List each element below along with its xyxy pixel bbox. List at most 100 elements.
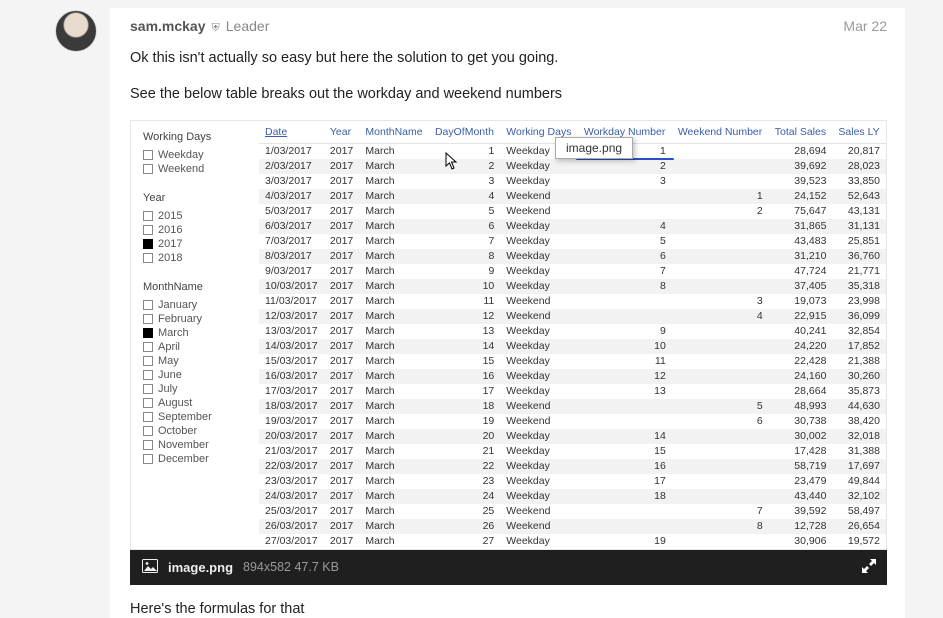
checkbox-icon[interactable] bbox=[143, 384, 153, 394]
table-row[interactable]: 20/03/20172017March20Weekday1430,00232,0… bbox=[259, 429, 886, 444]
table-cell: 39,523 bbox=[769, 174, 833, 189]
table-cell: 12 bbox=[578, 369, 672, 384]
column-header[interactable]: Date bbox=[259, 121, 324, 144]
table-row[interactable]: 7/03/20172017March7Weekday543,48325,851 bbox=[259, 234, 886, 249]
table-cell: 37,405 bbox=[769, 279, 833, 294]
table-row[interactable]: 14/03/20172017March14Weekday1024,22017,8… bbox=[259, 339, 886, 354]
checkbox-icon[interactable] bbox=[143, 239, 153, 249]
checkbox-icon[interactable] bbox=[143, 356, 153, 366]
slicer-month-item[interactable]: March bbox=[143, 327, 251, 340]
table-cell: 4/03/2017 bbox=[259, 189, 324, 204]
table-cell: Weekday bbox=[500, 459, 578, 474]
table-row[interactable]: 25/03/20172017March25Weekend739,59258,49… bbox=[259, 504, 886, 519]
table-row[interactable]: 2/03/20172017March2Weekday239,69228,023 bbox=[259, 159, 886, 174]
table-cell: 24,220 bbox=[769, 339, 833, 354]
column-header[interactable]: Total Sales bbox=[769, 121, 833, 144]
checkbox-icon[interactable] bbox=[143, 300, 153, 310]
table-cell: March bbox=[359, 324, 429, 339]
column-header[interactable]: MonthName bbox=[359, 121, 429, 144]
table-row[interactable]: 23/03/20172017March23Weekday1723,47949,8… bbox=[259, 474, 886, 489]
table-cell: 31,865 bbox=[769, 219, 833, 234]
checkbox-icon[interactable] bbox=[143, 342, 153, 352]
slicer-working-days-item[interactable]: Weekday bbox=[143, 149, 251, 162]
column-header[interactable]: Year bbox=[324, 121, 360, 144]
checkbox-icon[interactable] bbox=[143, 150, 153, 160]
table-row[interactable]: 18/03/20172017March18Weekend548,99344,63… bbox=[259, 399, 886, 414]
table-cell: 21,771 bbox=[832, 264, 886, 279]
table-cell: 33,850 bbox=[832, 174, 886, 189]
table-row[interactable]: 19/03/20172017March19Weekend630,73838,42… bbox=[259, 414, 886, 429]
table-cell: Weekday bbox=[500, 534, 578, 549]
checkbox-icon[interactable] bbox=[143, 426, 153, 436]
table-cell: 30,906 bbox=[769, 534, 833, 549]
table-cell: 2017 bbox=[324, 384, 360, 399]
column-header[interactable]: Weekend Number bbox=[672, 121, 769, 144]
checkbox-icon[interactable] bbox=[143, 440, 153, 450]
slicer-month-item[interactable]: April bbox=[143, 341, 251, 354]
slicer-item-label: September bbox=[158, 411, 212, 424]
post-header: sam.mckay ⛨ Leader Mar 22 bbox=[130, 18, 887, 35]
checkbox-icon[interactable] bbox=[143, 164, 153, 174]
slicer-month-item[interactable]: September bbox=[143, 411, 251, 424]
slicer-working-days: Working Days WeekdayWeekend bbox=[143, 131, 251, 176]
checkbox-icon[interactable] bbox=[143, 412, 153, 422]
table-row[interactable]: 15/03/20172017March15Weekday1122,42821,3… bbox=[259, 354, 886, 369]
slicer-working-days-item[interactable]: Weekend bbox=[143, 163, 251, 176]
table-cell: March bbox=[359, 399, 429, 414]
table-cell: Weekday bbox=[500, 429, 578, 444]
table-row[interactable]: 16/03/20172017March16Weekday1224,16030,2… bbox=[259, 369, 886, 384]
table-row[interactable]: 17/03/20172017March17Weekday1328,66435,8… bbox=[259, 384, 886, 399]
table-row[interactable]: 5/03/20172017March5Weekend275,64743,131 bbox=[259, 204, 886, 219]
table-cell: 22,915 bbox=[769, 309, 833, 324]
checkbox-icon[interactable] bbox=[143, 253, 153, 263]
post-username[interactable]: sam.mckay bbox=[130, 18, 206, 34]
table-row[interactable]: 4/03/20172017March4Weekend124,15252,643 bbox=[259, 189, 886, 204]
checkbox-icon[interactable] bbox=[143, 314, 153, 324]
slicer-month-item[interactable]: February bbox=[143, 313, 251, 326]
slicer-month-item[interactable]: October bbox=[143, 425, 251, 438]
table-row[interactable]: 8/03/20172017March8Weekday631,21036,760 bbox=[259, 249, 886, 264]
column-header[interactable]: DayOfMonth bbox=[429, 121, 500, 144]
slicer-month-item[interactable]: January bbox=[143, 299, 251, 312]
checkbox-icon[interactable] bbox=[143, 225, 153, 235]
checkbox-icon[interactable] bbox=[143, 454, 153, 464]
table-cell: 35,873 bbox=[832, 384, 886, 399]
slicer-month-item[interactable]: November bbox=[143, 439, 251, 452]
table-cell: Weekday bbox=[500, 234, 578, 249]
table-row[interactable]: 3/03/20172017March3Weekday339,52333,850 bbox=[259, 174, 886, 189]
table-cell: March bbox=[359, 234, 429, 249]
slicer-year-item[interactable]: 2018 bbox=[143, 252, 251, 265]
table-row[interactable]: 24/03/20172017March24Weekday1843,44032,1… bbox=[259, 489, 886, 504]
expand-icon[interactable] bbox=[861, 558, 877, 574]
table-row[interactable]: 27/03/20172017March27Weekday1930,90619,5… bbox=[259, 534, 886, 549]
checkbox-icon[interactable] bbox=[143, 370, 153, 380]
slicer-year-item[interactable]: 2015 bbox=[143, 210, 251, 223]
table-row[interactable]: 22/03/20172017March22Weekday1658,71917,6… bbox=[259, 459, 886, 474]
table-cell: 21,388 bbox=[832, 354, 886, 369]
slicer-month-item[interactable]: August bbox=[143, 397, 251, 410]
checkbox-icon[interactable] bbox=[143, 328, 153, 338]
table-row[interactable]: 10/03/20172017March10Weekday837,40535,31… bbox=[259, 279, 886, 294]
slicer-month-item[interactable]: May bbox=[143, 355, 251, 368]
checkbox-icon[interactable] bbox=[143, 398, 153, 408]
table-row[interactable]: 13/03/20172017March13Weekday940,24132,85… bbox=[259, 324, 886, 339]
slicer-year-item[interactable]: 2016 bbox=[143, 224, 251, 237]
slicer-month-item[interactable]: July bbox=[143, 383, 251, 396]
table-row[interactable]: 12/03/20172017March12Weekend422,91536,09… bbox=[259, 309, 886, 324]
table-cell: 49,844 bbox=[832, 474, 886, 489]
table-cell: 7/03/2017 bbox=[259, 234, 324, 249]
slicer-month-item[interactable]: December bbox=[143, 453, 251, 466]
column-header[interactable]: Sales LY bbox=[832, 121, 886, 144]
slicer-year-item[interactable]: 2017 bbox=[143, 238, 251, 251]
avatar[interactable] bbox=[55, 10, 97, 52]
checkbox-icon[interactable] bbox=[143, 211, 153, 221]
table-row[interactable]: 21/03/20172017March21Weekday1517,42831,3… bbox=[259, 444, 886, 459]
table-row[interactable]: 9/03/20172017March9Weekday747,72421,771 bbox=[259, 264, 886, 279]
table-cell: 11 bbox=[578, 354, 672, 369]
table-row[interactable]: 11/03/20172017March11Weekend319,07323,99… bbox=[259, 294, 886, 309]
table-cell: 2017 bbox=[324, 324, 360, 339]
table-row[interactable]: 6/03/20172017March6Weekday431,86531,131 bbox=[259, 219, 886, 234]
slicer-month-item[interactable]: June bbox=[143, 369, 251, 382]
image-attachment-bar[interactable]: image.png 894x582 47.7 KB bbox=[130, 550, 887, 585]
table-row[interactable]: 26/03/20172017March26Weekend812,72826,65… bbox=[259, 519, 886, 534]
